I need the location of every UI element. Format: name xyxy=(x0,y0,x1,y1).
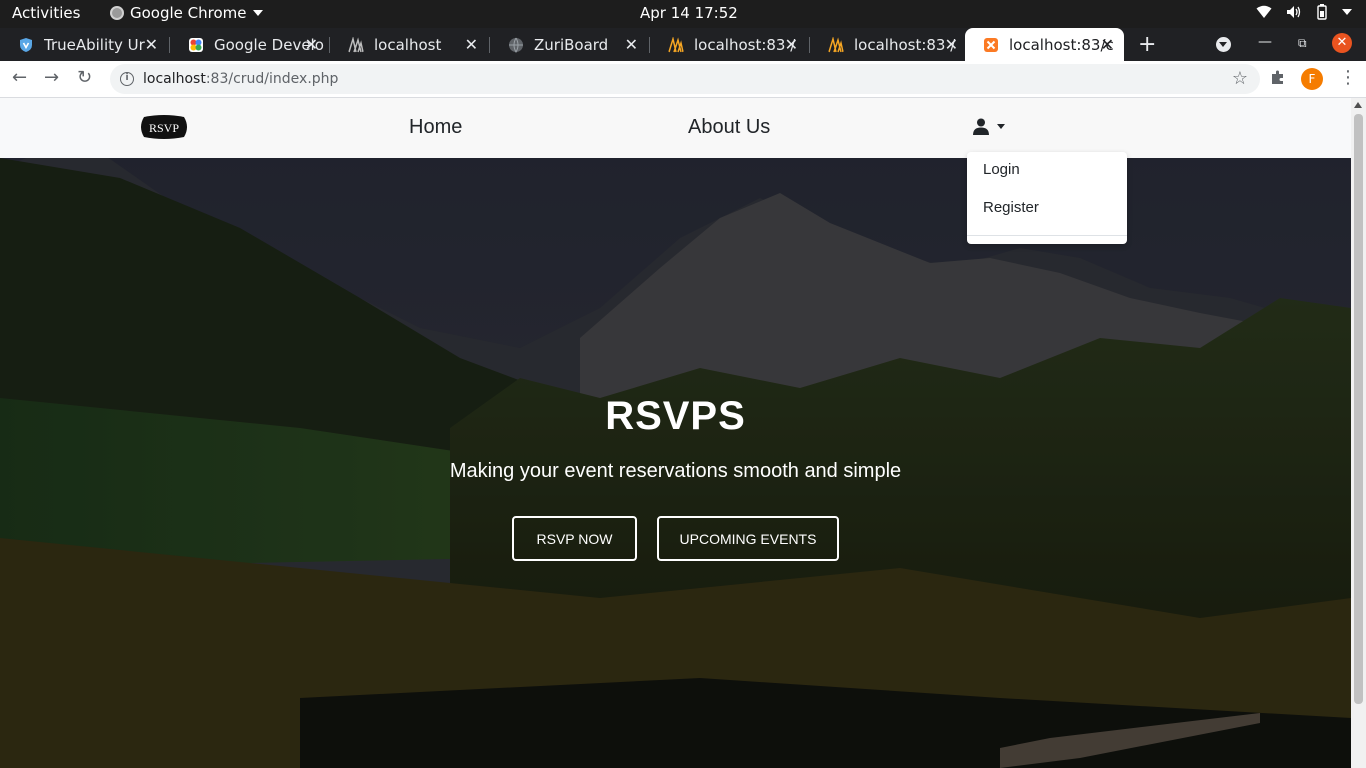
bookmark-star-icon[interactable]: ☆ xyxy=(1232,68,1248,89)
chevron-down-icon xyxy=(252,10,263,16)
tab-trueability[interactable]: TrueAbility Ur ✕ xyxy=(0,28,168,61)
close-icon[interactable]: ✕ xyxy=(465,35,478,54)
forward-arrow-icon[interactable]: → xyxy=(44,67,59,88)
user-icon xyxy=(973,118,989,135)
chevron-down-icon xyxy=(1342,9,1352,15)
system-tray[interactable] xyxy=(1256,4,1352,20)
close-icon[interactable]: ✕ xyxy=(785,35,798,54)
menu-item-register[interactable]: Register xyxy=(983,199,1039,216)
nav-home-link[interactable]: Home xyxy=(409,116,462,139)
close-icon[interactable]: ✕ xyxy=(305,35,318,54)
user-menu-toggle[interactable] xyxy=(973,118,1005,135)
scroll-up-arrow-icon[interactable] xyxy=(1354,102,1362,108)
extensions-puzzle-icon[interactable] xyxy=(1270,69,1286,90)
chrome-icon xyxy=(110,6,124,20)
close-icon[interactable]: ✕ xyxy=(625,35,638,54)
battery-icon xyxy=(1317,4,1327,20)
app-menu[interactable]: Google Chrome xyxy=(110,4,263,22)
tab-search-icon[interactable] xyxy=(1216,37,1231,52)
logo-text: RSVP xyxy=(149,121,179,135)
system-top-bar: Activities Google Chrome Apr 14 17:52 xyxy=(0,0,1366,28)
user-dropdown-panel: Login Register xyxy=(967,152,1127,244)
new-tab-button[interactable]: + xyxy=(1138,32,1156,57)
globe-icon xyxy=(509,37,523,53)
nav-about-link[interactable]: About Us xyxy=(688,116,770,139)
tab-localhost-83-a[interactable]: localhost:83 / ✕ xyxy=(650,28,808,61)
address-bar[interactable]: i localhost:83/crud/index.php ☆ xyxy=(110,64,1260,94)
site-navbar: RSVP Home About Us xyxy=(0,98,1351,158)
close-icon[interactable]: ✕ xyxy=(145,35,158,54)
volume-icon xyxy=(1287,6,1301,18)
hero-title: RSVPS xyxy=(605,394,746,438)
tab-localhost[interactable]: localhost ✕ xyxy=(330,28,488,61)
scrollbar-thumb[interactable] xyxy=(1354,114,1363,704)
info-icon[interactable]: i xyxy=(120,72,134,86)
rsvp-logo[interactable]: RSVP xyxy=(138,113,190,141)
phpmyadmin-icon xyxy=(348,36,364,52)
navbar-container xyxy=(110,98,1240,158)
tab-zuriboard[interactable]: ZuriBoard ✕ xyxy=(490,28,648,61)
xampp-icon xyxy=(984,37,998,52)
upcoming-events-button[interactable]: UPCOMING EVENTS xyxy=(657,516,839,561)
reload-icon[interactable]: ↻ xyxy=(77,67,92,88)
more-menu-icon[interactable]: ⋮ xyxy=(1339,67,1357,88)
close-window-button[interactable]: ✕ xyxy=(1332,33,1352,53)
google-cloud-icon xyxy=(189,37,203,52)
close-icon[interactable]: ✕ xyxy=(1101,35,1114,54)
app-menu-label: Google Chrome xyxy=(130,4,247,22)
url-path: :83/crud/index.php xyxy=(205,71,339,87)
minimize-icon[interactable]: — xyxy=(1258,34,1272,50)
url-host: localhost xyxy=(143,71,206,87)
tab-localhost-83-b[interactable]: localhost:83 / ✕ xyxy=(810,28,968,61)
profile-avatar[interactable]: F xyxy=(1301,68,1323,90)
shield-icon xyxy=(20,37,32,52)
page-viewport: RSVP Home About Us RSVPS Making your eve… xyxy=(0,98,1351,768)
menu-divider xyxy=(967,235,1127,236)
phpmyadmin-icon xyxy=(828,36,844,52)
back-arrow-icon[interactable]: ← xyxy=(12,67,27,88)
tab-localhost-crud[interactable]: localhost:83/c ✕ xyxy=(965,28,1124,61)
phpmyadmin-icon xyxy=(668,36,684,52)
menu-item-login[interactable]: Login xyxy=(983,161,1020,178)
chevron-down-icon xyxy=(997,124,1005,129)
restore-icon[interactable]: ⧉ xyxy=(1298,36,1307,51)
page-scrollbar[interactable] xyxy=(1351,98,1366,768)
wifi-icon xyxy=(1256,5,1272,18)
tab-google-developers[interactable]: Google Develo ✕ xyxy=(170,28,328,61)
hero-subtitle: Making your event reservations smooth an… xyxy=(449,460,902,482)
rsvp-now-button[interactable]: RSVP NOW xyxy=(512,516,637,561)
clock[interactable]: Apr 14 17:52 xyxy=(640,4,738,22)
toolbar: ← → ↻ i localhost:83/crud/index.php ☆ xyxy=(0,61,1366,98)
activities-button[interactable]: Activities xyxy=(12,4,80,22)
tab-strip: TrueAbility Ur ✕ Google Develo ✕ localho… xyxy=(0,28,1366,61)
close-icon[interactable]: ✕ xyxy=(945,35,958,54)
